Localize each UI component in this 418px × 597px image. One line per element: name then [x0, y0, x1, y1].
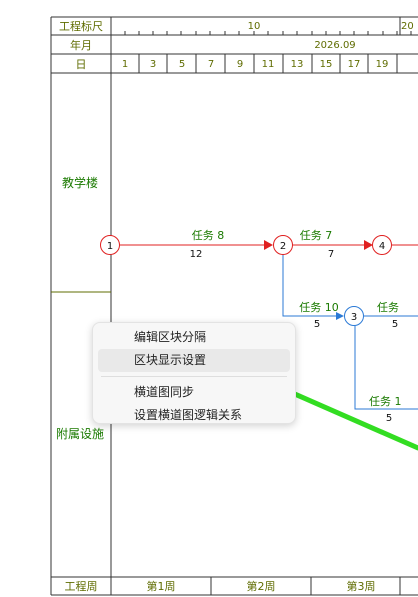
menu-item-gantt-sync[interactable]: 横道图同步: [98, 381, 290, 404]
month-value: 2026.09: [314, 40, 355, 51]
menu-item-edit-block-separator[interactable]: 编辑区块分隔: [98, 326, 290, 349]
week-2: 第2周: [247, 579, 276, 593]
node-3-label: 3: [351, 312, 357, 323]
arrowhead-task-8: [264, 240, 273, 250]
task-7-name[interactable]: 任务 7: [300, 229, 333, 242]
task-7-duration: 7: [328, 249, 334, 260]
menu-item-block-display-settings[interactable]: 区块显示设置: [98, 349, 290, 372]
menu-item-gantt-logic-relations[interactable]: 设置横道图逻辑关系: [98, 404, 290, 427]
task-10-duration: 5: [314, 319, 320, 330]
grid-lines: [50, 16, 418, 596]
scale-tick-10: 10: [248, 21, 261, 32]
day-11: 11: [262, 59, 275, 70]
day-3: 3: [150, 59, 156, 70]
week-1: 第1周: [147, 579, 176, 593]
day-19: 19: [376, 59, 389, 70]
scale-label: 工程标尺: [59, 19, 103, 33]
footer-label: 工程周: [65, 580, 98, 593]
day-13: 13: [291, 59, 304, 70]
node-1-label: 1: [107, 241, 113, 252]
day-1: 1: [122, 59, 128, 70]
task-8-duration: 12: [190, 249, 203, 260]
task-8-name[interactable]: 任务 8: [192, 229, 225, 242]
scale-ticks: [124, 31, 412, 35]
month-label: 年月: [70, 38, 92, 52]
task-12-name[interactable]: 任务 1: [369, 395, 402, 408]
block-label-ancillary[interactable]: 附属设施: [56, 427, 104, 441]
task-11-duration: 5: [392, 319, 398, 330]
task-11-name[interactable]: 任务: [377, 301, 399, 314]
block-label-teaching[interactable]: 教学楼: [62, 175, 98, 190]
schedule-chart: 工程标尺 10 20 年月 2026.09 日 1 3 5 7 9 11 13 …: [50, 16, 418, 596]
arrowhead-task-7: [364, 240, 373, 250]
week-3: 第3周: [347, 579, 376, 593]
context-menu: 编辑区块分隔 区块显示设置 横道图同步 设置横道图逻辑关系: [92, 322, 296, 424]
day-7: 7: [208, 59, 214, 70]
day-15: 15: [320, 59, 333, 70]
day-5: 5: [179, 59, 185, 70]
task-10-name[interactable]: 任务 10: [299, 301, 339, 314]
day-9: 9: [237, 59, 243, 70]
node-4-label: 4: [379, 241, 385, 252]
node-2-label: 2: [280, 241, 286, 252]
day-label: 日: [76, 58, 87, 71]
day-17: 17: [348, 59, 361, 70]
menu-separator: [101, 376, 287, 377]
scale-tick-20: 20: [401, 21, 414, 32]
task-12-duration: 5: [386, 413, 392, 424]
